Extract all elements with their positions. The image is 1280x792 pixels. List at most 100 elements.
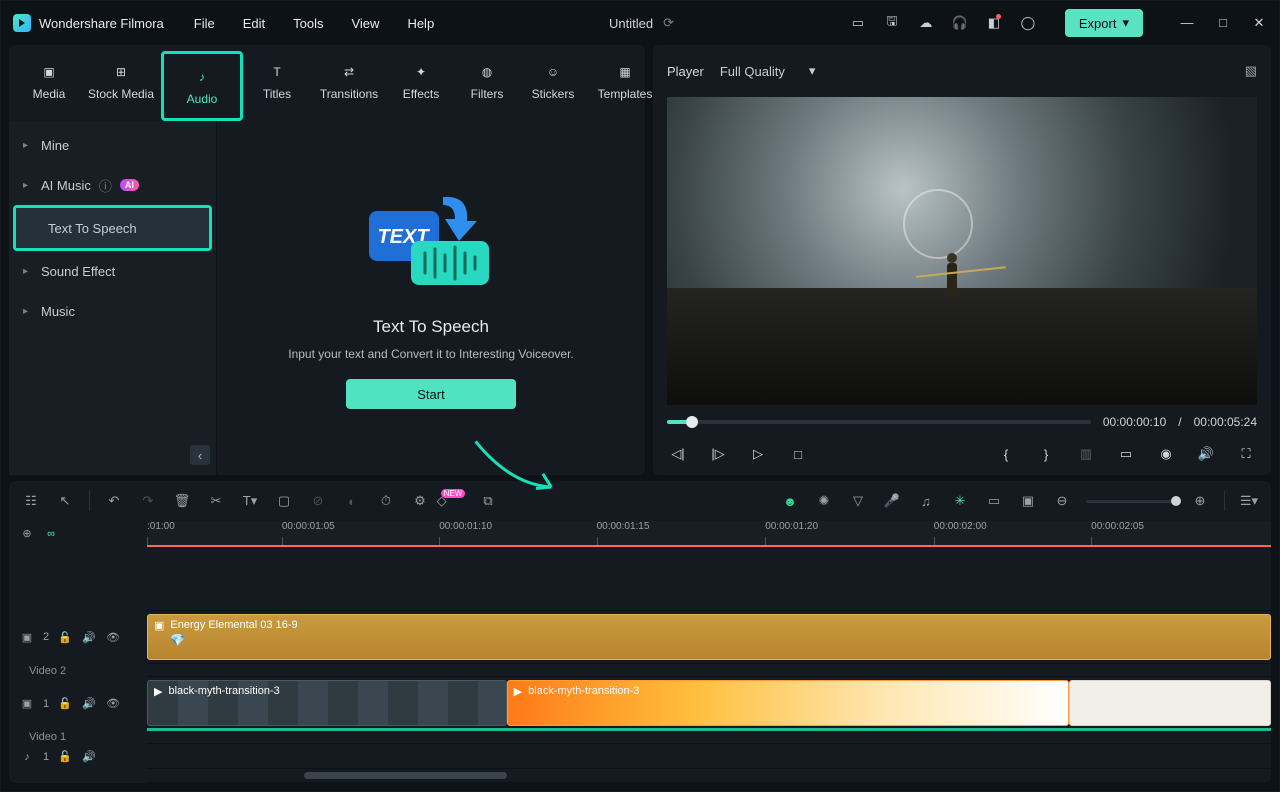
display-icon[interactable]: ▭	[1115, 443, 1137, 465]
audio-track-icon: ♪	[19, 749, 35, 765]
audio-mix-icon[interactable]: ♫	[916, 491, 936, 511]
sidebar-item-mine[interactable]: ▸Mine	[9, 125, 216, 165]
zoom-in-icon[interactable]: ⊕	[1190, 491, 1210, 511]
visible-icon[interactable]: 👁	[105, 629, 121, 645]
progress-slider[interactable]	[667, 420, 1091, 424]
preview-viewport[interactable]	[667, 97, 1257, 405]
tab-media[interactable]: ▣Media	[17, 51, 81, 111]
notifications-icon[interactable]: ◧	[985, 14, 1003, 32]
tab-titles[interactable]: TTitles	[245, 51, 309, 111]
tab-filters[interactable]: ◍Filters	[455, 51, 519, 111]
sync-icon[interactable]: ⟳	[663, 15, 674, 31]
minimize-icon[interactable]: —	[1179, 15, 1195, 31]
enhance-icon[interactable]: ✺	[814, 491, 834, 511]
zoom-out-icon[interactable]: ⊖	[1052, 491, 1072, 511]
lock-icon[interactable]: 🔓	[57, 629, 73, 645]
menu-help[interactable]: Help	[407, 16, 434, 31]
menu-edit[interactable]: Edit	[243, 16, 265, 31]
devices-icon[interactable]: ▭	[849, 14, 867, 32]
mark-out-icon[interactable]: }	[1035, 443, 1057, 465]
clip-black-myth-b[interactable]: ▶black-myth-transition-3	[507, 680, 1069, 726]
magnetic-icon[interactable]: ✳	[950, 491, 970, 511]
collapse-sidebar-icon[interactable]: ‹	[190, 445, 210, 465]
tab-stock-media[interactable]: ⊞Stock Media	[83, 51, 159, 111]
group-icon[interactable]: ⧉	[478, 491, 498, 511]
tts-start-button[interactable]: Start	[346, 379, 516, 409]
tab-transitions[interactable]: ⇄Transitions	[311, 51, 387, 111]
voiceover-icon[interactable]: 🎤	[882, 491, 902, 511]
save-icon[interactable]: 🖫	[883, 14, 901, 32]
headphones-icon[interactable]: 🎧	[951, 14, 969, 32]
tab-templates[interactable]: ▦Templates	[587, 51, 663, 111]
titles-icon: T	[266, 61, 288, 83]
tab-audio[interactable]: ♪Audio	[166, 56, 238, 116]
link-tracks-icon[interactable]: ∞	[43, 526, 59, 542]
close-icon[interactable]: ✕	[1251, 15, 1267, 31]
record-screen-icon[interactable]: ▣	[1018, 491, 1038, 511]
add-track-icon[interactable]: ⊕	[19, 526, 35, 542]
tab-effects[interactable]: ✦Effects	[389, 51, 453, 111]
prev-frame-icon[interactable]: ◁|	[667, 443, 689, 465]
clip-black-myth-a[interactable]: ▶black-myth-transition-3	[147, 680, 507, 726]
clip-energy-elemental[interactable]: ▣ Energy Elemental 03 16-9 💎	[147, 614, 1271, 660]
adjust-icon[interactable]: ⚙	[410, 491, 430, 511]
snapshot-preview-icon[interactable]: ▧	[1245, 63, 1257, 79]
mute-icon[interactable]: 🔊	[81, 629, 97, 645]
timeline-scrollbar[interactable]	[304, 772, 506, 779]
chevron-right-icon: ▸	[23, 140, 33, 151]
redo-icon[interactable]: ↷	[138, 491, 158, 511]
player-panel: Player Full Quality▾ ▧ 00:00:00:10 / 00:…	[653, 45, 1271, 475]
render-icon[interactable]: ▭	[984, 491, 1004, 511]
maximize-icon[interactable]: □	[1215, 15, 1231, 31]
quality-select[interactable]: Full Quality▾	[720, 63, 816, 79]
mark-in-icon[interactable]: {	[995, 443, 1017, 465]
marker-icon[interactable]: ▽	[848, 491, 868, 511]
export-button[interactable]: Export ▾	[1065, 9, 1143, 37]
keyframe-icon[interactable]: ◇NEW	[444, 491, 464, 511]
tab-stickers[interactable]: ☺Stickers	[521, 51, 585, 111]
color-icon[interactable]: ◐	[342, 491, 362, 511]
stop-icon[interactable]: □	[787, 443, 809, 465]
delete-icon[interactable]: 🗑	[172, 491, 192, 511]
sidebar-item-sound-effect[interactable]: ▸Sound Effect	[9, 251, 216, 291]
account-icon[interactable]: ◯	[1019, 14, 1037, 32]
play-icon[interactable]: ▷	[747, 443, 769, 465]
text-tool-icon[interactable]: T▾	[240, 491, 260, 511]
track-head-audio1: ♪1 🔓 🔊	[9, 744, 147, 769]
track-menu-icon[interactable]: ☷	[21, 491, 41, 511]
mute-icon[interactable]: 🔊	[81, 749, 97, 765]
player-tab[interactable]: Player	[667, 64, 704, 79]
cut-icon[interactable]: ✂	[206, 491, 226, 511]
mute-icon[interactable]: 🔊	[81, 696, 97, 712]
menu-view[interactable]: View	[351, 16, 379, 31]
ai-tools-icon[interactable]: ☻	[780, 491, 800, 511]
lock-icon[interactable]: 🔓	[57, 696, 73, 712]
zoom-slider[interactable]	[1086, 500, 1176, 503]
cloud-icon[interactable]: ☁	[917, 14, 935, 32]
snapshot-icon[interactable]: ◉	[1155, 443, 1177, 465]
speed-icon[interactable]: ⏱	[376, 491, 396, 511]
lock-icon[interactable]: 🔓	[57, 749, 73, 765]
sidebar-item-music[interactable]: ▸Music	[9, 291, 216, 331]
select-tool-icon[interactable]: ↖	[55, 491, 75, 511]
clip-tail[interactable]	[1069, 680, 1271, 726]
link-edits-icon[interactable]: ⊘	[308, 491, 328, 511]
sidebar-item-ai-music[interactable]: ▸AI MusicⓘAI	[9, 165, 216, 205]
visible-icon[interactable]: 👁	[105, 696, 121, 712]
video-track-icon: ▣	[19, 696, 35, 712]
next-frame-icon[interactable]: |▷	[707, 443, 729, 465]
view-mode-icon[interactable]: ☰▾	[1239, 491, 1259, 511]
volume-icon[interactable]: 🔊	[1195, 443, 1217, 465]
undo-icon[interactable]: ↶	[104, 491, 124, 511]
fullscreen-icon[interactable]: ⛶	[1235, 443, 1257, 465]
time-ruler[interactable]: :01:00 00:00:01:05 00:00:01:10 00:00:01:…	[147, 521, 1271, 546]
sidebar-item-text-to-speech[interactable]: Text To Speech	[16, 208, 209, 248]
media-tabs: ▣Media ⊞Stock Media ♪Audio TTitles ⇄Tran…	[9, 45, 645, 121]
menu-file[interactable]: File	[194, 16, 215, 31]
compare-icon[interactable]: ▥	[1075, 443, 1097, 465]
menu-tools[interactable]: Tools	[293, 16, 323, 31]
help-icon[interactable]: ⓘ	[99, 176, 112, 195]
crop-icon[interactable]: ▢	[274, 491, 294, 511]
play-badge-icon: ▶	[514, 685, 522, 698]
gem-icon: 💎	[170, 633, 297, 647]
